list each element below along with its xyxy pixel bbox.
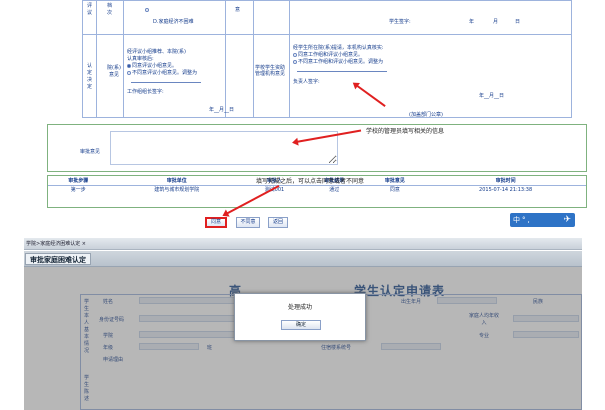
table-row: 第一步 建筑与城市规划学院 测试001 通过 同意 2015-07-14 21:… — [48, 185, 586, 194]
breadcrumb-bar: 学院>家庭经济困难认定 × — [24, 238, 582, 250]
yuan-date-month: 月 — [219, 107, 225, 113]
radio-yuan-disagree[interactable] — [127, 70, 131, 75]
yuan-adjust-field[interactable] — [131, 78, 201, 83]
form-divider — [289, 1, 290, 117]
dialog-ok-button[interactable]: 确定 — [281, 320, 321, 330]
row-label-level: 档次 — [106, 3, 112, 16]
breadcrumb[interactable]: 学院>家庭经济困难认定 × — [26, 241, 86, 247]
yuan-date-day: 日 — [229, 107, 235, 113]
yuan-text2: 认真审核后: — [127, 56, 154, 62]
school-date-month: 月 — [489, 93, 495, 99]
school-text1: 经学生所在院(系)提请，本机构认真核实: — [293, 45, 384, 51]
disagree-button[interactable]: 不同意 — [236, 217, 260, 228]
radio-yuan-agree[interactable] — [127, 63, 131, 68]
student-sign-label: 学生签字: — [389, 19, 411, 25]
tab-bar: 审批家庭困难认定 — [24, 251, 582, 267]
school-date-year: 年 — [479, 93, 485, 99]
input-method-tray[interactable]: 中°, ✈ — [510, 213, 575, 227]
yuan-date-year: 年 — [209, 107, 215, 113]
form-divider — [96, 1, 97, 117]
tray-tool-icon[interactable]: ✈ — [563, 214, 573, 226]
school-date-day: 日 — [499, 93, 505, 99]
back-button[interactable]: 返回 — [268, 217, 288, 228]
review-section: 审批意见 — [47, 124, 587, 172]
agree-button[interactable]: 同意 — [205, 217, 227, 228]
form-divider — [225, 1, 226, 117]
date-month: 月 — [493, 19, 499, 25]
school-opt2: 不同意工作组和评议小组意见。调整为 — [298, 59, 384, 65]
radio-school-agree[interactable] — [293, 52, 297, 57]
cell-time: 2015-07-14 21:13:38 — [479, 186, 533, 193]
school-opt1: 同意工作组和评议小组意见。 — [298, 52, 364, 58]
review-opinion-input[interactable] — [110, 131, 338, 165]
col-step: 审批步骤 — [48, 176, 109, 186]
col-opinion: 审批意见 — [364, 176, 426, 186]
cell-result: 通过 — [329, 187, 340, 194]
cell-unit: 建筑与城市规划学院 — [154, 187, 200, 194]
form-divider — [123, 1, 124, 117]
result-screenshot: 学院>家庭经济困难认定 × 审批家庭困难认定 高 学生认定申请表 学生本人基本情… — [24, 238, 582, 410]
col-unit: 审批单位 — [108, 176, 245, 186]
date-year: 年 — [469, 19, 475, 25]
col-time: 审批时间 — [425, 176, 586, 186]
school-adjust-field[interactable] — [297, 67, 387, 72]
admin-note: 学校的管理员填写相关的信息 — [366, 128, 445, 135]
review-label: 审批意见 — [80, 149, 101, 155]
school-label: 学校学生资助管理机构意见 — [255, 65, 286, 77]
option-d: D.家庭经济不困难 — [153, 19, 194, 25]
form-divider — [253, 1, 254, 117]
yuan-label: 院(系)意见 — [107, 65, 121, 78]
radio-c[interactable] — [145, 7, 149, 12]
row-label-review: 评议 — [86, 3, 92, 16]
done-note: 填写完成之后，可以点击同意或者不同意 — [256, 178, 365, 185]
stamp-note: (加盖部门公章) — [409, 112, 443, 118]
radio-school-disagree[interactable] — [293, 59, 297, 64]
cell-opinion: 同意 — [389, 187, 400, 194]
success-dialog: 处理成功 确定 — [234, 293, 366, 341]
date-day: 日 — [515, 19, 521, 25]
yuan-text1: 经评议小组推荐、本院(系) — [127, 49, 186, 55]
row0-right-text: 意 — [235, 7, 241, 13]
dialog-message: 处理成功 — [287, 304, 312, 311]
yuan-opt2: 不同意评议小组意见。调整为 — [132, 70, 198, 76]
yuan-opt1: 同意评议小组意见。 — [132, 63, 178, 69]
form-divider — [83, 34, 571, 35]
school-sign-label: 负责人签字: — [293, 79, 320, 85]
cell-step: 第一步 — [70, 187, 86, 194]
yuan-sign-label: 工作组组长签字: — [127, 89, 164, 95]
tray-text: 中°, — [513, 216, 532, 224]
approval-form: 评议 档次 D.家庭经济不困难 意 学生签字: 年 月 日 认定决定 院(系)意… — [82, 0, 572, 118]
tab-approve-family[interactable]: 审批家庭困难认定 — [25, 253, 91, 265]
row-label-decision: 认定决定 — [86, 63, 92, 90]
